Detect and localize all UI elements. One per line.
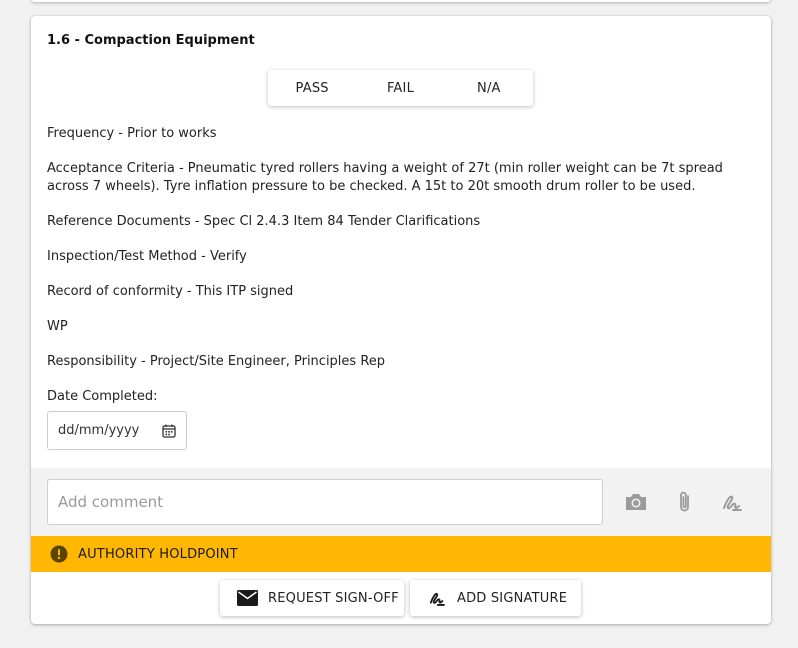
result-button-group: PASS FAIL N/A: [268, 70, 533, 106]
date-placeholder: dd/mm/yyyy: [58, 423, 140, 438]
pass-button[interactable]: PASS: [268, 70, 356, 106]
itp-item-card: 1.6 - Compaction Equipment PASS FAIL N/A…: [31, 16, 771, 624]
responsibility-text: Responsibility - Project/Site Engineer, …: [47, 354, 386, 369]
date-completed-input[interactable]: dd/mm/yyyy: [47, 411, 187, 450]
calendar-icon[interactable]: [162, 424, 176, 438]
frequency-text: Frequency - Prior to works: [47, 126, 217, 141]
comment-bar: [31, 468, 771, 536]
exclamation-circle-icon: [50, 545, 68, 563]
add-signature-label: ADD SIGNATURE: [457, 590, 568, 606]
date-completed-label: Date Completed:: [47, 389, 158, 404]
request-signoff-button[interactable]: REQUEST SIGN-OFF: [220, 580, 404, 616]
acceptance-criteria-text: Acceptance Criteria - Pneumatic tyred ro…: [47, 161, 723, 194]
authority-holdpoint-banner: AUTHORITY HOLDPOINT: [31, 536, 771, 572]
item-details: Frequency - Prior to works Acceptance Cr…: [47, 125, 757, 388]
reference-documents-text: Reference Documents - Spec Cl 2.4.3 Item…: [47, 214, 481, 229]
request-signoff-label: REQUEST SIGN-OFF: [268, 590, 399, 606]
camera-icon[interactable]: [623, 489, 649, 515]
record-of-conformity-text: Record of conformity - This ITP signed: [47, 284, 294, 299]
fail-button[interactable]: FAIL: [356, 70, 444, 106]
wp-text: WP: [47, 319, 68, 334]
paperclip-icon[interactable]: [672, 489, 698, 515]
comment-input[interactable]: [47, 479, 603, 525]
signature-icon: [429, 592, 445, 606]
item-title: 1.6 - Compaction Equipment: [47, 33, 255, 48]
add-signature-button[interactable]: ADD SIGNATURE: [410, 580, 581, 616]
inspection-method-text: Inspection/Test Method - Verify: [47, 249, 247, 264]
previous-card-edge: [31, 0, 771, 2]
envelope-icon: [237, 590, 258, 606]
holdpoint-label: AUTHORITY HOLDPOINT: [78, 546, 238, 562]
signature-icon[interactable]: [719, 489, 745, 515]
na-button[interactable]: N/A: [445, 70, 533, 106]
